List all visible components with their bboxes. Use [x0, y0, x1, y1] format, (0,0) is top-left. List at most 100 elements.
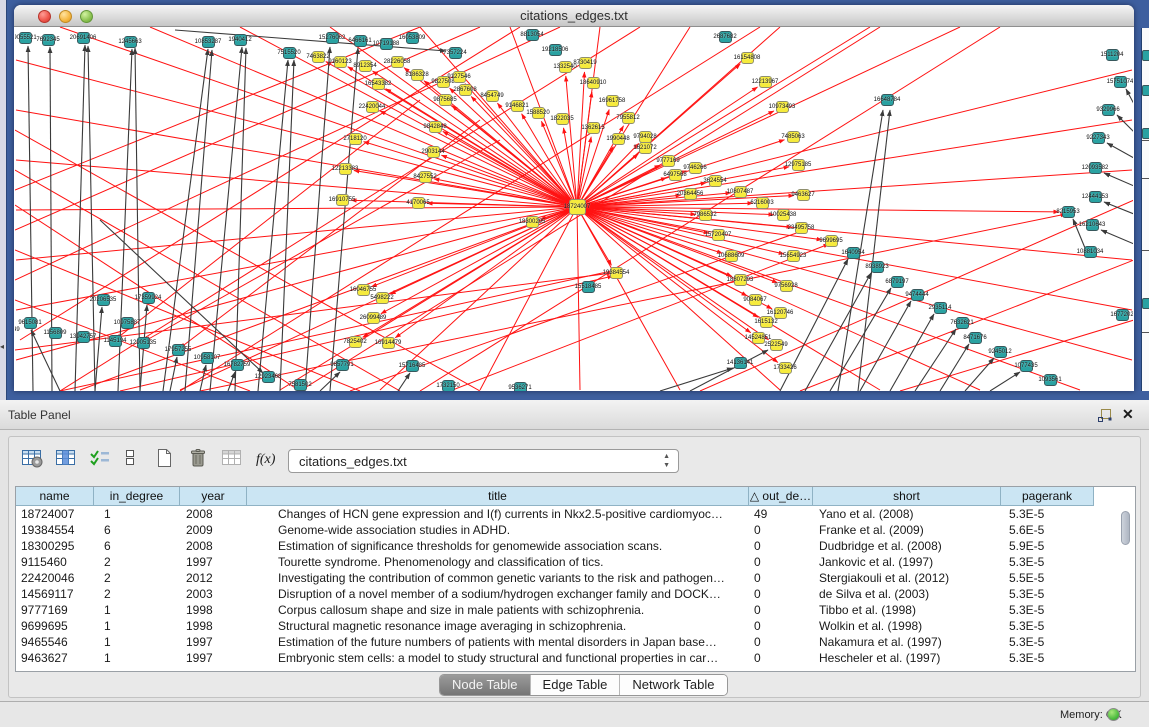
network-node[interactable]: 8471676 — [969, 332, 982, 344]
network-node[interactable]: 13942757 — [77, 331, 90, 343]
network-node[interactable]: 7692345 — [42, 34, 55, 46]
network-node[interactable]: 19384554 — [610, 267, 623, 279]
network-node[interactable]: 16648784 — [881, 94, 894, 106]
column-header-short[interactable]: short — [813, 487, 1001, 506]
network-node[interactable]: 15518485 — [582, 281, 595, 293]
network-node[interactable]: 7485063 — [787, 131, 800, 143]
network-node[interactable]: 6497568 — [669, 169, 682, 181]
tab-edge-table[interactable]: Edge Table — [531, 675, 621, 695]
network-node[interactable]: 8912354 — [359, 60, 372, 72]
column-header-name[interactable]: name — [16, 487, 94, 506]
network-node[interactable]: 2935114 — [934, 302, 947, 314]
network-node[interactable]: 16910755 — [336, 194, 349, 206]
network-node[interactable]: 16053809 — [406, 32, 419, 44]
table-panel-header[interactable]: Table Panel ✕ — [0, 400, 1149, 430]
table-header-row[interactable]: namein_degreeyeartitle△ out_de…shortpage… — [16, 487, 1094, 506]
network-node[interactable]: 10719188 — [380, 38, 393, 50]
network-node[interactable]: 9055521 — [19, 32, 32, 44]
function-builder-icon[interactable]: f(x) — [255, 448, 279, 472]
network-node[interactable]: 5498222 — [376, 292, 389, 304]
network-node[interactable]: 2903144 — [427, 146, 440, 158]
network-node[interactable]: 8427552 — [419, 171, 432, 183]
network-node[interactable]: 1588520 — [532, 107, 545, 119]
network-node[interactable]: 1145194 — [109, 335, 122, 347]
network-node[interactable]: 1332540 — [559, 61, 572, 73]
network-node[interactable]: 15751074 — [1114, 76, 1127, 88]
network-node[interactable]: 16120746 — [774, 307, 787, 319]
network-node[interactable]: 18640910 — [587, 77, 600, 89]
network-node[interactable]: 10881034 — [1084, 246, 1097, 258]
network-node[interactable]: 16782759 — [231, 359, 244, 371]
table-row[interactable]: 969969511998Structural magnetic resonanc… — [16, 618, 1135, 634]
network-node[interactable]: 16961758 — [606, 95, 619, 107]
network-node[interactable]: 12923468 — [262, 371, 275, 383]
network-node[interactable]: 10975887 — [121, 317, 134, 329]
network-node[interactable]: 9756928 — [780, 280, 793, 292]
network-node[interactable]: 16154808 — [741, 52, 754, 64]
network-node[interactable]: 9329966 — [1102, 104, 1115, 116]
network-node[interactable]: 10025438 — [777, 209, 790, 221]
network-node[interactable]: 1245663 — [124, 36, 137, 48]
network-node[interactable]: 9777169 — [662, 155, 675, 167]
network-hub-node[interactable]: 18724007 — [569, 199, 586, 215]
network-node[interactable]: 10973493 — [776, 101, 789, 113]
network-node[interactable]: 12093582 — [1089, 162, 1102, 174]
select-all-icon[interactable] — [89, 448, 113, 472]
show-columns-icon[interactable] — [55, 448, 79, 472]
window-titlebar[interactable]: citations_edges.txt — [14, 5, 1134, 27]
network-node[interactable]: 10688609 — [725, 250, 738, 262]
network-node[interactable]: 7357224 — [449, 47, 462, 59]
network-node[interactable]: 1677202 — [1116, 309, 1129, 321]
network-node[interactable]: 18300295 — [526, 216, 539, 228]
network-node[interactable]: 16210643 — [1086, 219, 1099, 231]
network-node[interactable]: 10958107 — [201, 352, 214, 364]
network-canvas[interactable]: 7463822916012389123542822605881863281654… — [15, 27, 1133, 391]
network-node[interactable]: 16914479 — [382, 337, 395, 349]
network-node[interactable]: 9857791 — [336, 359, 349, 371]
table-row[interactable]: 1872400712008Changes of HCN gene express… — [16, 506, 1135, 522]
network-node[interactable]: 1093561 — [1044, 374, 1057, 386]
network-node[interactable]: 7986532 — [699, 209, 712, 221]
network-node[interactable]: 15654923 — [787, 250, 800, 262]
network-node[interactable]: 1511204 — [1106, 49, 1119, 61]
network-node[interactable]: 8730419 — [579, 57, 592, 69]
network-node[interactable]: 16046755 — [357, 284, 370, 296]
network-node[interactable]: 9160123 — [334, 56, 347, 68]
column-header-pagerank[interactable]: pagerank — [1001, 487, 1094, 506]
table-row[interactable]: 946554611997Estimation of the future num… — [16, 634, 1135, 650]
network-node[interactable]: 9245012 — [994, 346, 1007, 358]
network-node[interactable]: 16543382 — [372, 78, 385, 90]
network-node[interactable]: 1362615 — [587, 122, 600, 134]
table-row[interactable]: 1830029562008Estimation of significance … — [16, 538, 1135, 554]
network-node[interactable]: 2718120 — [349, 133, 362, 145]
network-node[interactable]: 9536271 — [514, 382, 527, 391]
network-node[interactable]: 6879197 — [891, 276, 904, 288]
network-node[interactable]: 14524851 — [752, 332, 765, 344]
network-node[interactable]: 10853287 — [202, 36, 215, 48]
network-node[interactable]: 9746266 — [689, 162, 702, 174]
close-panel-icon[interactable]: ✕ — [1122, 406, 1134, 423]
network-node[interactable]: 7955812 — [622, 112, 635, 124]
delete-table-icon[interactable] — [187, 448, 211, 472]
network-node[interactable]: 19218506 — [549, 44, 562, 56]
table-row[interactable]: 1456911722003Disruption of a novel membe… — [16, 586, 1135, 602]
network-node[interactable]: 7825402 — [349, 336, 362, 348]
memory-status-indicator[interactable] — [1107, 708, 1120, 721]
network-node[interactable]: 8186328 — [411, 69, 424, 81]
network-node[interactable]: 12905135 — [137, 337, 150, 349]
column-header-in_degree[interactable]: in_degree — [94, 487, 180, 506]
column-header-title[interactable]: title — [247, 487, 749, 506]
network-node[interactable]: 9474444 — [911, 289, 924, 301]
network-node[interactable]: 9127546 — [453, 71, 466, 83]
table-row[interactable]: 977716911998Corpus callosum shape and si… — [16, 602, 1135, 618]
network-node[interactable]: 18807293 — [734, 274, 747, 286]
row-selection-icon[interactable] — [119, 448, 143, 472]
table-settings-icon[interactable] — [21, 448, 45, 472]
network-node[interactable]: 1940412 — [234, 34, 247, 46]
network-node[interactable]: 23495758 — [795, 222, 808, 234]
network-node[interactable]: 3624554 — [709, 175, 722, 187]
network-node[interactable]: 17957255 — [172, 344, 185, 356]
network-node[interactable]: 1990448 — [612, 133, 625, 145]
network-node[interactable]: 8215953 — [1062, 206, 1075, 218]
table-row[interactable]: 1938455462009Genome-wide association stu… — [16, 522, 1135, 538]
